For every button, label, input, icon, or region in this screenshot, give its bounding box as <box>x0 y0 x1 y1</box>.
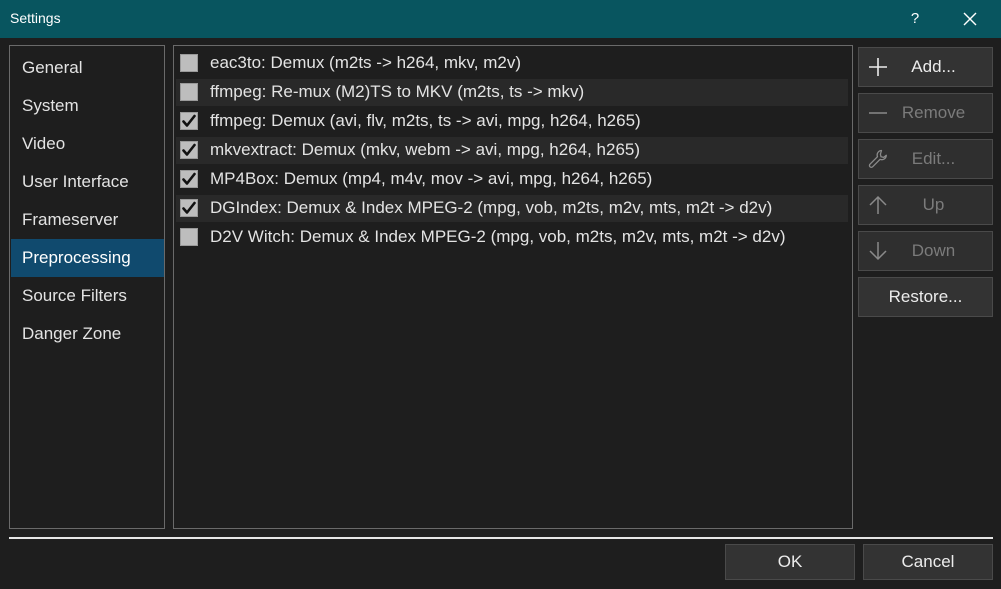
checkmark-icon <box>182 143 196 156</box>
close-button[interactable] <box>955 4 985 34</box>
remove-button-label: Remove <box>901 103 966 122</box>
cancel-button[interactable]: Cancel <box>863 544 993 580</box>
list-item[interactable]: mkvextract: Demux (mkv, webm -> avi, mpg… <box>176 137 848 164</box>
window-title: Settings <box>10 10 61 26</box>
nav-item-general[interactable]: General <box>11 49 164 87</box>
list-item[interactable]: ffmpeg: Demux (avi, flv, m2ts, ts -> avi… <box>176 108 848 135</box>
checkbox[interactable] <box>180 83 198 101</box>
list-item[interactable]: ffmpeg: Re-mux (M2)TS to MKV (m2ts, ts -… <box>176 79 848 106</box>
nav-item-user-interface[interactable]: User Interface <box>11 163 164 201</box>
checkbox[interactable] <box>180 199 198 217</box>
down-button[interactable]: Down <box>858 231 993 271</box>
list-item[interactable]: MP4Box: Demux (mp4, m4v, mov -> avi, mpg… <box>176 166 848 193</box>
list-item-label: DGIndex: Demux & Index MPEG-2 (mpg, vob,… <box>210 198 773 217</box>
list-item-label: D2V Witch: Demux & Index MPEG-2 (mpg, vo… <box>210 227 786 246</box>
ok-button[interactable]: OK <box>725 544 855 580</box>
checkbox[interactable] <box>180 228 198 246</box>
checkmark-icon <box>182 114 196 127</box>
title-bar: Settings ? <box>0 0 1001 38</box>
restore-button-label: Restore... <box>888 287 963 306</box>
edit-button-label: Edit... <box>911 149 956 168</box>
close-icon <box>963 12 977 26</box>
checkbox[interactable] <box>180 54 198 72</box>
list-item-label: MP4Box: Demux (mp4, m4v, mov -> avi, mpg… <box>210 169 653 188</box>
checkbox[interactable] <box>180 170 198 188</box>
checkbox[interactable] <box>180 112 198 130</box>
nav-item-video[interactable]: Video <box>11 125 164 163</box>
nav-item-frameserver[interactable]: Frameserver <box>11 201 164 239</box>
list-item[interactable]: D2V Witch: Demux & Index MPEG-2 (mpg, vo… <box>176 224 848 251</box>
edit-button[interactable]: Edit... <box>858 139 993 179</box>
checkmark-icon <box>182 201 196 214</box>
checkmark-icon <box>182 172 196 185</box>
list-item-label: ffmpeg: Demux (avi, flv, m2ts, ts -> avi… <box>210 111 641 130</box>
nav-item-system[interactable]: System <box>11 87 164 125</box>
add-button[interactable]: Add... <box>858 47 993 87</box>
separator-line <box>9 537 993 539</box>
nav-item-danger-zone[interactable]: Danger Zone <box>11 315 164 353</box>
list-item[interactable]: DGIndex: Demux & Index MPEG-2 (mpg, vob,… <box>176 195 848 222</box>
list-item-label: ffmpeg: Re-mux (M2)TS to MKV (m2ts, ts -… <box>210 82 585 101</box>
help-button[interactable]: ? <box>900 4 930 34</box>
nav-item-source-filters[interactable]: Source Filters <box>11 277 164 315</box>
list-item[interactable]: eac3to: Demux (m2ts -> h264, mkv, m2v) <box>176 50 848 77</box>
settings-nav: General System Video User Interface Fram… <box>9 45 165 529</box>
nav-item-preprocessing[interactable]: Preprocessing <box>11 239 164 277</box>
list-item-label: mkvextract: Demux (mkv, webm -> avi, mpg… <box>210 140 641 159</box>
preprocessing-list: eac3to: Demux (m2ts -> h264, mkv, m2v) f… <box>173 45 853 529</box>
list-item-label: eac3to: Demux (m2ts -> h264, mkv, m2v) <box>210 53 521 72</box>
up-button[interactable]: Up <box>858 185 993 225</box>
settings-window: Settings ? General System Video User Int… <box>0 0 1001 589</box>
restore-button[interactable]: Restore... <box>858 277 993 317</box>
checkbox[interactable] <box>180 141 198 159</box>
add-button-label: Add... <box>911 57 956 76</box>
up-button-label: Up <box>922 195 945 214</box>
down-button-label: Down <box>911 241 956 260</box>
remove-button[interactable]: Remove <box>858 93 993 133</box>
